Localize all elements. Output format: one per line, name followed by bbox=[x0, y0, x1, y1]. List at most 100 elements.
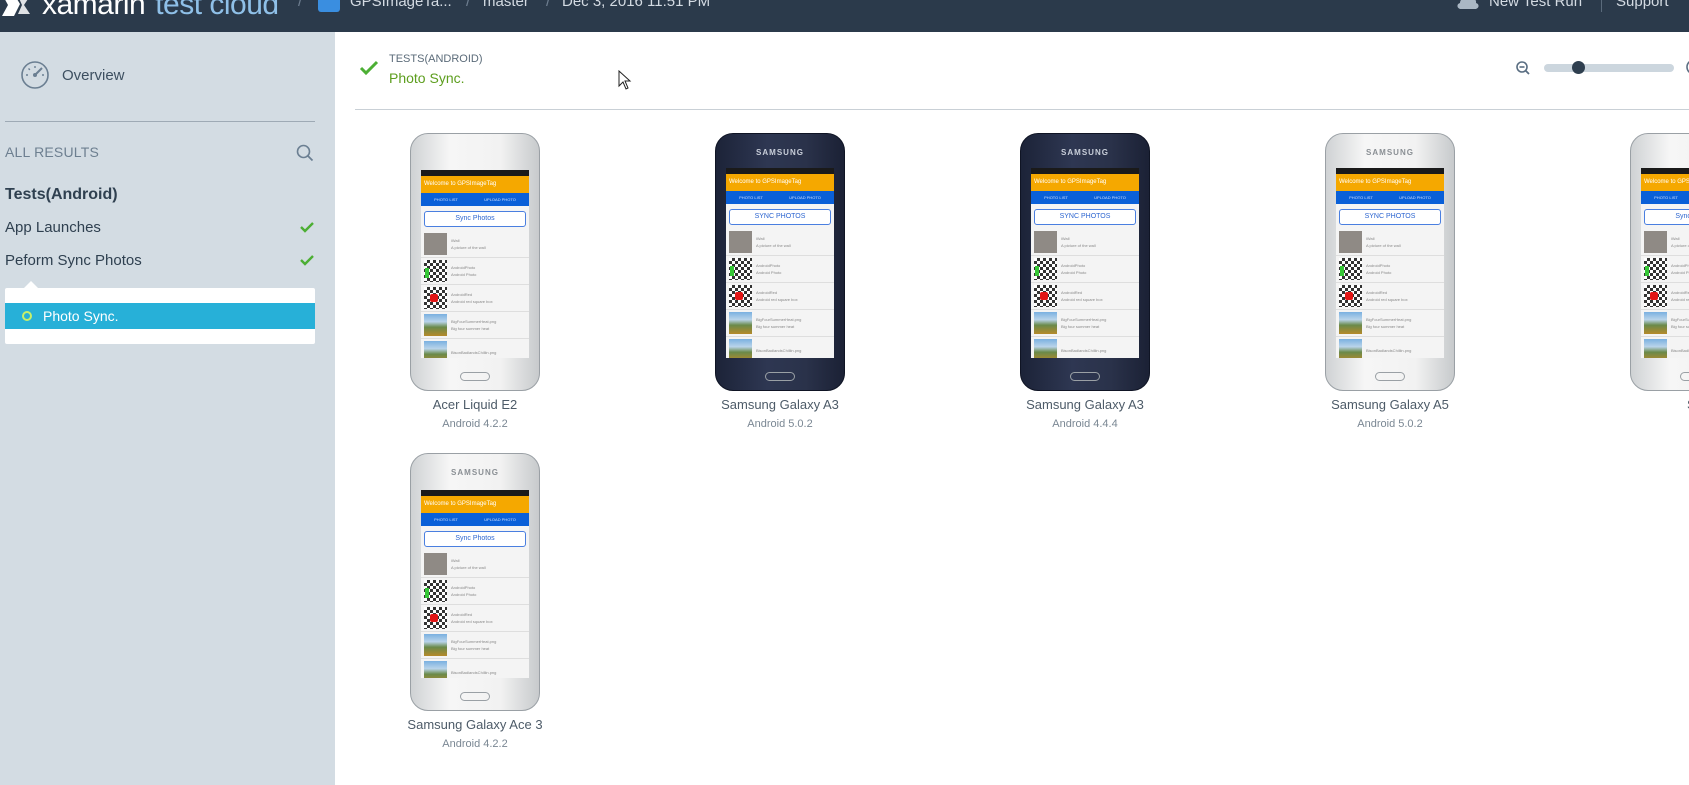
brand-name: xamarin bbox=[42, 0, 146, 21]
photo-desc: Big four summer heat bbox=[451, 326, 490, 331]
photo-name: AndroidRed bbox=[756, 290, 778, 295]
app-tabs: PHOTO LISTUPLOAD PHOTO bbox=[1641, 191, 1689, 204]
tab-upload-photo: UPLOAD PHOTO bbox=[484, 197, 516, 202]
device-screenshot[interactable]: Welcome to GPSImageTag PHOTO LIST UPLOAD P… bbox=[410, 133, 540, 391]
mouse-cursor-icon bbox=[618, 70, 632, 90]
photo-thumbnail bbox=[424, 314, 447, 336]
photo-thumbnail bbox=[1339, 339, 1362, 358]
pass-check-icon bbox=[300, 222, 314, 233]
photo-list-item: iWall A picture of the wall bbox=[1641, 229, 1689, 256]
photo-list-item: BisonBadlandsChillin.png bbox=[421, 659, 529, 678]
photo-text: AndroidPhoto Android Photo bbox=[1366, 262, 1391, 276]
sync-photos-button: Sync Photos bbox=[424, 531, 526, 547]
photo-list-item: BigFourSummerHeat.png Big four summer hea… bbox=[726, 310, 834, 337]
photo-list-item: iWall A picture of the wall bbox=[421, 551, 529, 578]
sidebar-item-sync-photos[interactable]: Peform Sync Photos bbox=[5, 252, 142, 269]
sidebar-divider bbox=[5, 121, 315, 122]
breadcrumb-run[interactable]: Dec 3, 2016 11:51 PM bbox=[562, 0, 710, 10]
photo-name: iWall bbox=[756, 236, 765, 241]
photo-text: iWall A picture of the wall bbox=[1671, 235, 1689, 249]
search-icon[interactable] bbox=[296, 144, 314, 162]
sidebar-item-app-launches[interactable]: App Launches bbox=[5, 219, 101, 236]
app-icon bbox=[318, 0, 340, 12]
device-screen: Welcome to GPSImageTag PHOTO LIST UPLOAD P… bbox=[1031, 168, 1139, 358]
device-card[interactable]: SAMSUNG Welcome to GPSImageTag PHOTO LIST U… bbox=[680, 133, 880, 430]
photo-desc: Big four summer heat bbox=[756, 324, 795, 329]
dashboard-gauge-icon bbox=[21, 61, 49, 89]
step-item-photo-sync[interactable]: Photo Sync. bbox=[5, 303, 315, 329]
photo-list-item: BisonBadlandsChillin.png bbox=[1641, 337, 1689, 358]
app-title-bar: Welcome to GPSImageTag bbox=[421, 176, 529, 193]
breadcrumb-branch[interactable]: master bbox=[483, 0, 529, 10]
photo-thumbnail bbox=[424, 607, 447, 629]
tab-photo-list: PHOTO LIST bbox=[434, 197, 458, 202]
photo-list-item: iWall A picture of the wall bbox=[421, 231, 529, 258]
popup-arrow bbox=[23, 281, 39, 289]
zoom-out-icon[interactable] bbox=[1515, 60, 1531, 76]
device-screenshot[interactable]: SAMSUNG Welcome to GPSImageTag PHOTO LIST U… bbox=[410, 453, 540, 711]
zoom-slider-handle[interactable] bbox=[1572, 61, 1585, 74]
test-group-heading[interactable]: Tests(Android) bbox=[5, 186, 118, 204]
photo-name: BigFourSummerHeat.png bbox=[756, 317, 802, 322]
photo-desc: Android Photo bbox=[1366, 270, 1392, 275]
sync-photos-button: SYNC PHOTOS bbox=[729, 209, 831, 225]
tab-upload-photo: UPLOAD PHOTO bbox=[789, 195, 821, 200]
photo-desc: Android Photo bbox=[451, 592, 477, 597]
device-brand-label: SAMSUNG bbox=[1366, 148, 1414, 157]
device-card[interactable]: Welcome to GPSImageTagPHOTO LISTUPLOAD P… bbox=[1595, 133, 1689, 418]
photo-desc: Android red square box bbox=[451, 299, 493, 304]
photo-thumbnail bbox=[424, 634, 447, 656]
photo-list-item: BigFourSummerHeat.png Big four summer hea… bbox=[421, 312, 529, 339]
device-card[interactable]: SAMSUNG Welcome to GPSImageTag PHOTO LIST U… bbox=[1290, 133, 1490, 430]
device-card[interactable]: Welcome to GPSImageTag PHOTO LIST UPLOAD P… bbox=[375, 133, 575, 430]
zoom-in-icon[interactable] bbox=[1685, 58, 1689, 76]
photo-list-item: AndroidRed Android red square box bbox=[1641, 283, 1689, 310]
photo-thumbnail bbox=[424, 260, 447, 282]
device-screenshot[interactable]: Welcome to GPSImageTagPHOTO LISTUPLOAD P… bbox=[1630, 133, 1689, 391]
photo-name: iWall bbox=[1061, 236, 1070, 241]
photo-thumbnail bbox=[424, 287, 447, 309]
brand-product: test cloud bbox=[155, 0, 279, 21]
photo-text: BisonBadlandsChillin.png bbox=[1671, 347, 1689, 354]
photo-desc: Android red square box bbox=[1366, 297, 1408, 302]
zoom-slider[interactable] bbox=[1544, 61, 1674, 74]
photo-desc: Android Photo bbox=[1061, 270, 1087, 275]
photo-text: AndroidRed Android red square box bbox=[1061, 289, 1103, 303]
tab-photo-list: PHOTO LIST bbox=[1654, 195, 1678, 200]
breadcrumb-app[interactable]: GPSImageTa... bbox=[350, 0, 452, 10]
photo-thumbnail bbox=[424, 580, 447, 602]
photo-text: BisonBadlandsChillin.png bbox=[1366, 347, 1411, 354]
photo-name: AndroidRed bbox=[451, 292, 473, 297]
photo-name: BisonBadlandsChillin.png bbox=[451, 349, 497, 355]
device-os-version: Android 4.2.2 bbox=[442, 738, 508, 750]
home-button-icon bbox=[1680, 372, 1689, 381]
device-screenshot[interactable]: SAMSUNG Welcome to GPSImageTag PHOTO LIST U… bbox=[1020, 133, 1150, 391]
device-card[interactable]: SAMSUNG Welcome to GPSImageTag PHOTO LIST U… bbox=[375, 453, 575, 750]
photo-text: BigFourSummerHeat.png Big four summer hea… bbox=[756, 316, 801, 330]
photo-name: BisonBadlandsChillin.png bbox=[451, 669, 497, 675]
logo[interactable]: xamarin test cloud bbox=[0, 0, 279, 21]
device-card[interactable]: SAMSUNG Welcome to GPSImageTag PHOTO LIST U… bbox=[985, 133, 1185, 430]
new-test-run-link[interactable]: New Test Run bbox=[1489, 0, 1582, 10]
photo-desc: Android red square box bbox=[1671, 297, 1689, 302]
photo-desc: A picture of the wall bbox=[756, 243, 791, 248]
photo-text: BigFourSummerHeat.png Big four summer hea… bbox=[1366, 316, 1411, 330]
photo-thumbnail bbox=[1034, 312, 1057, 334]
overview-label: Overview bbox=[62, 66, 125, 84]
overview-link[interactable]: Overview bbox=[20, 60, 125, 90]
app-tabs: PHOTO LISTUPLOAD PHOTO bbox=[1336, 191, 1444, 204]
cloud-upload-icon bbox=[1457, 0, 1479, 9]
photo-list-item: AndroidPhoto Android Photo bbox=[1641, 256, 1689, 283]
xamarin-logo-icon bbox=[2, 0, 30, 16]
photo-desc: Android red square box bbox=[756, 297, 798, 302]
photo-text: iWall A picture of the wall bbox=[451, 557, 486, 571]
support-link[interactable]: Support bbox=[1616, 0, 1669, 10]
device-name: Sa bbox=[1595, 397, 1689, 412]
photo-text: AndroidPhoto Android Photo bbox=[451, 264, 476, 278]
device-screenshot[interactable]: SAMSUNG Welcome to GPSImageTag PHOTO LIST U… bbox=[1325, 133, 1455, 391]
photo-name: BisonBadlandsChillin.png bbox=[1061, 347, 1107, 353]
photo-thumbnail bbox=[1034, 258, 1057, 280]
device-screenshot[interactable]: SAMSUNG Welcome to GPSImageTag PHOTO LIST U… bbox=[715, 133, 845, 391]
sync-photos-button: SYNC PHOTOS bbox=[1339, 209, 1441, 225]
photo-list-item: AndroidPhoto Android Photo bbox=[726, 256, 834, 283]
